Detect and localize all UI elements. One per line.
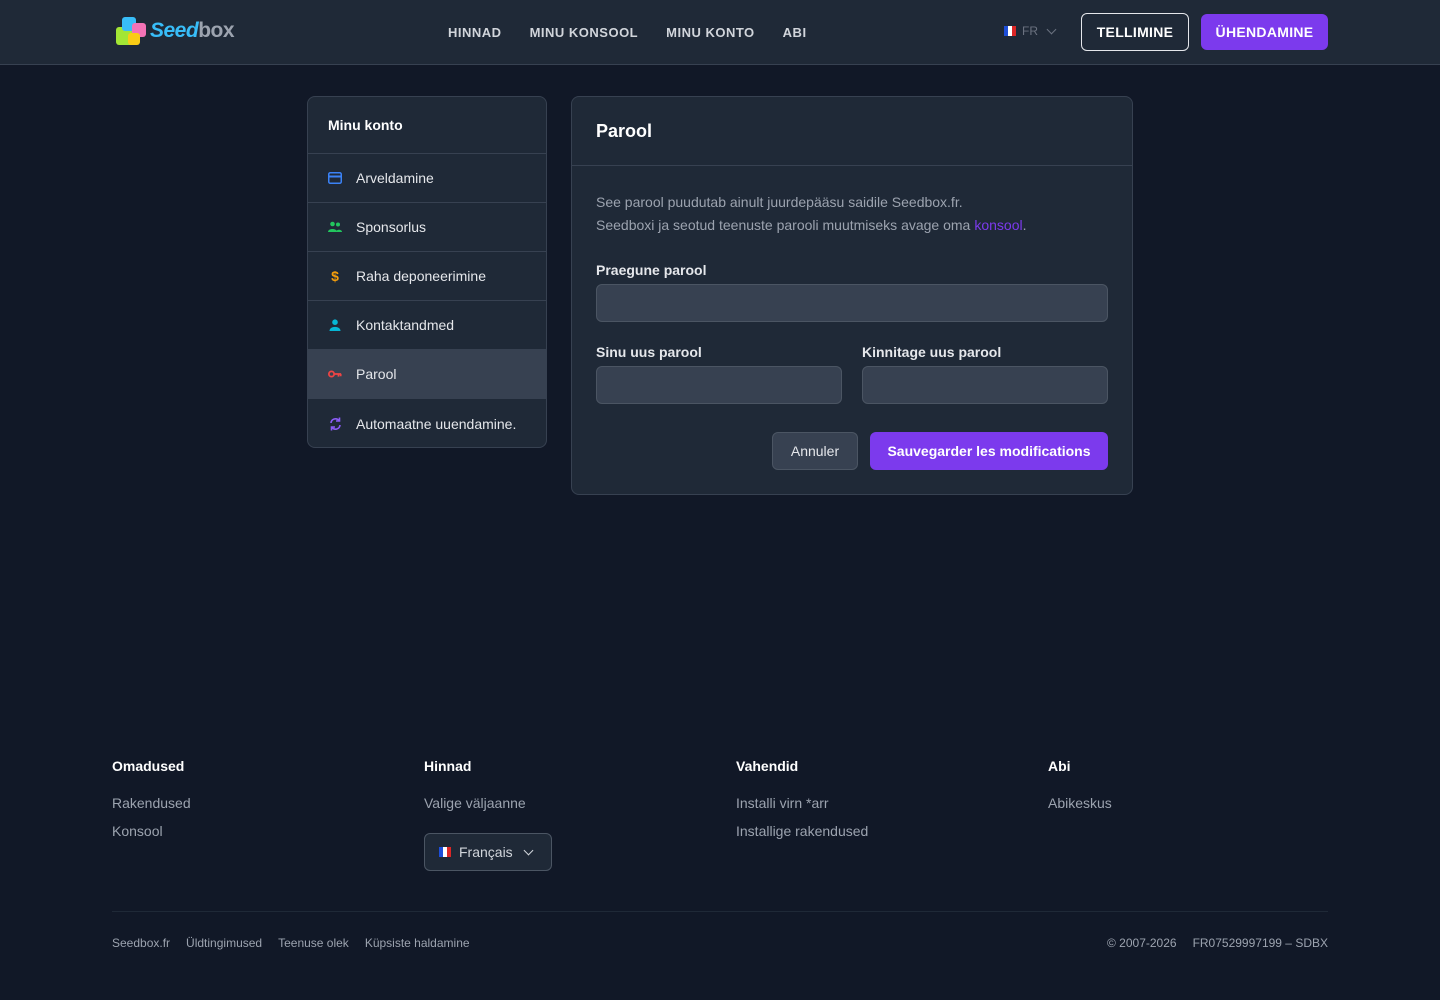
description-end: . bbox=[1022, 217, 1027, 233]
card-title: Parool bbox=[572, 97, 1132, 166]
footer-link-seedbox[interactable]: Seedbox.fr bbox=[112, 936, 170, 950]
footer-link-status[interactable]: Teenuse olek bbox=[278, 936, 349, 950]
footer-heading: Omadused bbox=[112, 758, 185, 774]
nav-pricing[interactable]: HINNAD bbox=[448, 25, 502, 40]
description-text: Seedboxi ja seotud teenuste parooli muut… bbox=[596, 217, 971, 233]
nav-my-account[interactable]: MINU KONTO bbox=[666, 25, 755, 40]
footer-link-install-arr[interactable]: Installi virn *arr bbox=[736, 794, 868, 812]
save-button[interactable]: Sauvegarder les modifications bbox=[870, 432, 1108, 470]
current-password-label: Praegune parool bbox=[596, 262, 707, 278]
footer-heading: Vahendid bbox=[736, 758, 799, 774]
french-flag-icon bbox=[1004, 26, 1016, 36]
refresh-icon bbox=[328, 417, 342, 431]
footer-column-help: Abi Abikeskus bbox=[1048, 758, 1112, 812]
sidebar-item-sponsorship[interactable]: Sponsorlus bbox=[308, 203, 546, 252]
console-link[interactable]: konsool bbox=[974, 217, 1022, 233]
footer-heading: Hinnad bbox=[424, 758, 472, 774]
credit-card-icon bbox=[328, 171, 342, 185]
language-switcher[interactable]: FR bbox=[1004, 24, 1057, 38]
top-header: Seedbox HINNAD MINU KONSOOL MINU KONTO A… bbox=[0, 0, 1440, 65]
current-password-input[interactable] bbox=[596, 284, 1108, 322]
confirm-password-input[interactable] bbox=[862, 366, 1108, 404]
logo-text-box: box bbox=[198, 19, 235, 42]
footer-column-pricing: Hinnad Valige väljaanne bbox=[424, 758, 526, 812]
sidebar-item-label: Automaatne uuendamine. bbox=[356, 415, 517, 432]
sidebar-item-deposit[interactable]: $ Raha deponeerimine bbox=[308, 252, 546, 301]
dollar-icon: $ bbox=[331, 268, 339, 284]
company-id: FR07529997199 – SDBX bbox=[1192, 936, 1328, 950]
cancel-button[interactable]: Annuler bbox=[772, 432, 858, 470]
sidebar-item-billing[interactable]: Arveldamine bbox=[308, 154, 546, 203]
sidebar-item-password[interactable]: Parool bbox=[308, 350, 546, 399]
footer-divider bbox=[112, 911, 1328, 912]
footer-link-applications[interactable]: Rakendused bbox=[112, 794, 191, 812]
footer-bottom-links: Seedbox.fr Üldtingimused Teenuse olek Kü… bbox=[112, 936, 470, 950]
footer-link-console[interactable]: Konsool bbox=[112, 822, 191, 840]
description-line-2: Seedboxi ja seotud teenuste parooli muut… bbox=[596, 214, 1027, 237]
footer-language-select[interactable]: Français bbox=[424, 833, 552, 871]
sidebar-item-label: Parool bbox=[356, 366, 397, 382]
language-label: Français bbox=[459, 844, 513, 860]
sidebar-item-label: Kontaktandmed bbox=[356, 317, 455, 333]
seedbox-logo[interactable]: Seedbox bbox=[114, 15, 235, 47]
copyright-text: © 2007-2026 bbox=[1107, 936, 1177, 950]
login-button[interactable]: ÜHENDAMINE bbox=[1201, 14, 1328, 50]
logo-text: Seedbox bbox=[150, 19, 235, 43]
sidebar-item-label: Sponsorlus bbox=[356, 219, 427, 235]
nav-my-console[interactable]: MINU KONSOOL bbox=[530, 25, 639, 40]
language-code: FR bbox=[1022, 24, 1038, 38]
sidebar-item-auto-renewal[interactable]: Automaatne uuendamine. bbox=[308, 399, 546, 447]
nav-help[interactable]: ABI bbox=[783, 25, 807, 40]
description-line-1: See parool puudutab ainult juurdepääsu s… bbox=[596, 194, 963, 210]
sidebar-item-label: Arveldamine bbox=[356, 170, 434, 186]
footer-link-install-apps[interactable]: Installige rakendused bbox=[736, 822, 868, 840]
sidebar-item-contact[interactable]: Kontaktandmed bbox=[308, 301, 546, 350]
key-icon bbox=[328, 367, 342, 381]
footer-column-tools: Vahendid Installi virn *arr Installige r… bbox=[736, 758, 868, 840]
sidebar-item-label: Raha deponeerimine bbox=[356, 268, 486, 284]
order-button[interactable]: TELLIMINE bbox=[1081, 13, 1189, 51]
french-flag-icon bbox=[439, 847, 451, 857]
main-nav: HINNAD MINU KONSOOL MINU KONTO ABI bbox=[448, 0, 807, 64]
footer-heading: Abi bbox=[1048, 758, 1071, 774]
logo-cubes-icon bbox=[114, 15, 148, 47]
new-password-input[interactable] bbox=[596, 366, 842, 404]
chevron-down-icon bbox=[1046, 24, 1057, 34]
users-icon bbox=[328, 220, 342, 234]
logo-text-seed: Seed bbox=[150, 19, 199, 42]
new-password-label: Sinu uus parool bbox=[596, 344, 702, 360]
user-icon bbox=[328, 318, 342, 332]
chevron-down-icon bbox=[523, 845, 534, 855]
password-card: Parool See parool puudutab ainult juurde… bbox=[571, 96, 1133, 495]
account-sidebar: Minu konto Arveldamine Sponsorlus $ Raha… bbox=[307, 96, 547, 448]
confirm-password-label: Kinnitage uus parool bbox=[862, 344, 1002, 360]
footer-copyright: © 2007-2026 FR07529997199 – SDBX bbox=[1107, 936, 1328, 950]
footer-column-features: Omadused Rakendused Konsool bbox=[112, 758, 191, 840]
card-description: See parool puudutab ainult juurdepääsu s… bbox=[596, 191, 1027, 237]
footer-link-help-center[interactable]: Abikeskus bbox=[1048, 794, 1112, 812]
footer-link-terms[interactable]: Üldtingimused bbox=[186, 936, 262, 950]
footer-link-cookies[interactable]: Küpsiste haldamine bbox=[365, 936, 470, 950]
sidebar-title: Minu konto bbox=[308, 97, 546, 154]
footer-link-choose-edition[interactable]: Valige väljaanne bbox=[424, 794, 526, 812]
